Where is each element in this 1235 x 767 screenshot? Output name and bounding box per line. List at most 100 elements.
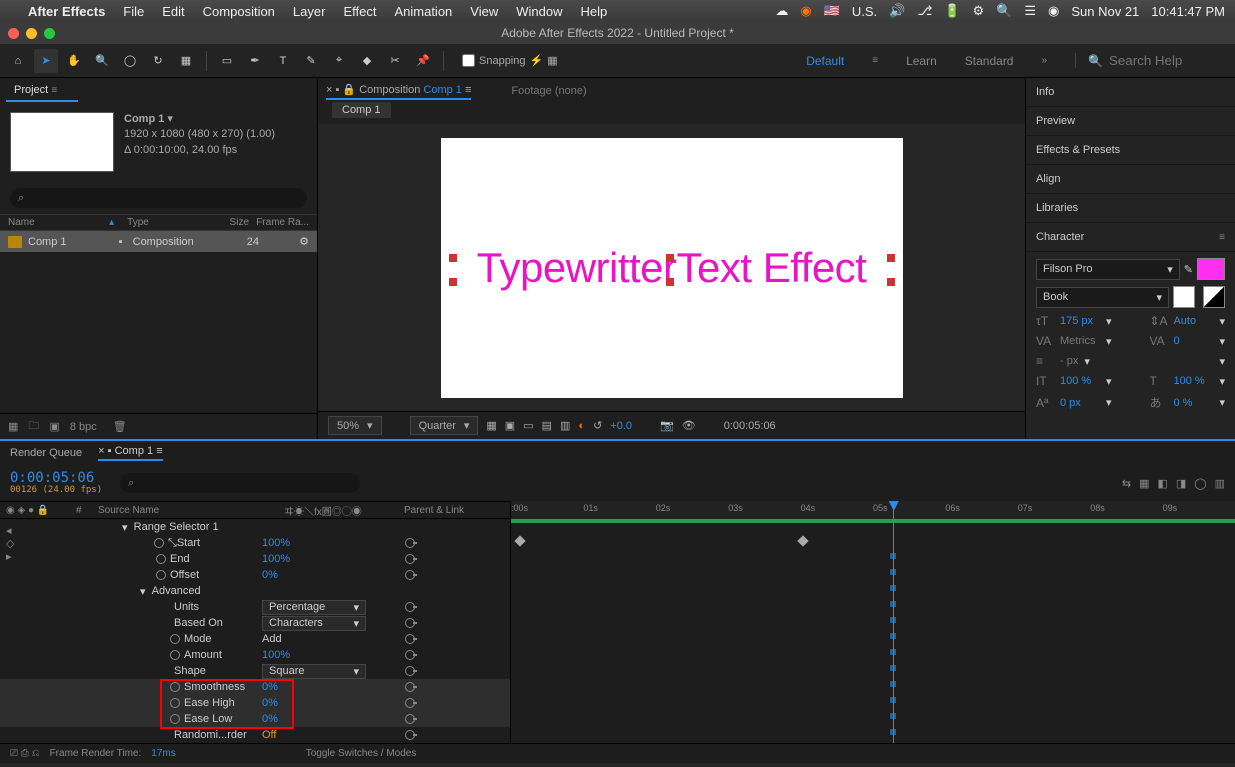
draft3d-icon[interactable]: ▦ xyxy=(1139,477,1149,490)
comp-mini-flowchart-icon[interactable]: ⇆ xyxy=(1122,477,1131,490)
stopwatch-icon[interactable] xyxy=(170,650,180,660)
stopwatch-icon[interactable] xyxy=(170,634,180,644)
pickwhip-icon[interactable] xyxy=(405,538,415,548)
swap-colors-icon[interactable] xyxy=(1203,286,1225,308)
workspace-standard[interactable]: Standard xyxy=(965,54,1014,68)
prop-range-selector[interactable]: ▾ Range Selector 1 xyxy=(0,519,510,535)
pickwhip-icon[interactable] xyxy=(405,682,415,692)
timeline-tracks[interactable]: :00s01s02s03s04s05s06s07s08s09s10s xyxy=(510,501,1235,743)
menu-file[interactable]: File xyxy=(123,4,144,19)
anchor-handle[interactable] xyxy=(449,254,457,262)
comp-subtab[interactable]: Comp 1 xyxy=(332,102,391,118)
comp-canvas[interactable]: TypewritterText Effect xyxy=(441,138,903,398)
show-snap-icon[interactable]: 👁 xyxy=(682,419,696,432)
stopwatch-icon[interactable] xyxy=(154,538,164,548)
zoom-dropdown[interactable]: 50% ▾ xyxy=(328,416,382,435)
pickwhip-icon[interactable] xyxy=(405,602,415,612)
keyframe-diamond[interactable] xyxy=(797,535,808,546)
control-center-icon[interactable]: ☰ xyxy=(1024,3,1036,19)
roto-tool-icon[interactable]: ✂ xyxy=(383,49,407,73)
pickwhip-icon[interactable] xyxy=(405,618,415,628)
ws-overflow-icon[interactable]: » xyxy=(1041,55,1047,66)
prop-end-value[interactable]: 100% xyxy=(262,553,290,565)
snapping-checkbox[interactable] xyxy=(462,54,475,67)
units-dropdown[interactable]: Percentage▾ xyxy=(262,600,366,615)
workspace-default[interactable]: Default xyxy=(806,54,844,68)
pickwhip-icon[interactable] xyxy=(405,634,415,644)
stopwatch-icon[interactable] xyxy=(156,570,166,580)
stopwatch-icon[interactable] xyxy=(170,682,180,692)
transp-grid-icon[interactable]: ▦ xyxy=(486,419,496,432)
stroke-swatch[interactable] xyxy=(1173,286,1195,308)
menu-animation[interactable]: Animation xyxy=(394,4,452,19)
anchor-handle[interactable] xyxy=(666,278,674,286)
composition-tab[interactable]: × ▪ 🔒 Composition Comp 1 ≡ xyxy=(326,83,471,100)
font-family-dropdown[interactable]: Filson Pro▾ xyxy=(1036,259,1180,280)
footage-tab[interactable]: Footage (none) xyxy=(511,85,586,97)
cloud-icon[interactable]: ☁︎ xyxy=(775,3,788,19)
channel-icon[interactable]: ◐ xyxy=(578,420,585,432)
baseline-value[interactable]: 0 px xyxy=(1060,397,1100,409)
leading-value[interactable]: Auto xyxy=(1173,315,1213,327)
bluetooth-icon[interactable]: ⎇ xyxy=(917,3,932,19)
mode-dropdown[interactable]: Add xyxy=(262,633,282,645)
siri-icon[interactable]: ◉ xyxy=(1048,3,1059,19)
panel-preview[interactable]: Preview xyxy=(1026,107,1235,136)
flag-icon[interactable]: 🇺🇸 xyxy=(824,3,840,19)
tsume-value[interactable]: 0 % xyxy=(1173,397,1213,409)
prop-easelow-value[interactable]: 0% xyxy=(262,713,278,725)
anchor-handle[interactable] xyxy=(887,254,895,262)
snap-opt2-icon[interactable]: ▦ xyxy=(547,54,557,67)
bpc-button[interactable]: 8 bpc xyxy=(70,421,97,433)
frame-blend-icon[interactable]: ◨ xyxy=(1176,477,1186,490)
motion-blur-icon[interactable]: ◯ xyxy=(1194,477,1206,490)
prop-random-value[interactable]: Off xyxy=(262,729,276,741)
menu-help[interactable]: Help xyxy=(580,4,607,19)
menu-layer[interactable]: Layer xyxy=(293,4,326,19)
panel-align[interactable]: Align xyxy=(1026,165,1235,194)
menu-edit[interactable]: Edit xyxy=(162,4,184,19)
tab-timeline-comp[interactable]: × ▪ Comp 1 ≡ xyxy=(98,445,162,461)
selection-tool-icon[interactable]: ➤ xyxy=(34,49,58,73)
exposure-value[interactable]: +0.0 xyxy=(610,420,632,432)
pickwhip-icon[interactable] xyxy=(405,730,415,740)
battery-icon[interactable]: 🔋 xyxy=(944,3,960,19)
current-time[interactable]: 0:00:05:06 xyxy=(724,420,776,432)
prop-easehigh-value[interactable]: 0% xyxy=(262,697,278,709)
orbit-tool-icon[interactable]: ◯ xyxy=(118,49,142,73)
app-name[interactable]: After Effects xyxy=(28,4,105,19)
menu-composition[interactable]: Composition xyxy=(203,4,275,19)
kerning-value[interactable]: Metrics xyxy=(1060,335,1100,347)
project-item-comp1[interactable]: Comp 1 ▪ Composition 24 ⚙ xyxy=(0,231,317,252)
anchor-handle[interactable] xyxy=(887,278,895,286)
composition-viewer[interactable]: TypewritterText Effect xyxy=(318,124,1025,411)
timeline-search[interactable]: ⌕ xyxy=(120,473,360,493)
project-search[interactable]: ⌕ xyxy=(10,188,307,208)
prop-smoothness-value[interactable]: 0% xyxy=(262,681,278,693)
panel-character-header[interactable]: Character≡ xyxy=(1026,223,1235,252)
fill-color-swatch[interactable] xyxy=(1197,258,1225,280)
input-lang[interactable]: U.S. xyxy=(852,4,877,19)
anchor-handle[interactable] xyxy=(666,254,674,262)
menubar-time[interactable]: 10:41:47 PM xyxy=(1151,4,1225,19)
interpret-icon[interactable]: ▦ xyxy=(8,420,18,433)
reset-exp-icon[interactable]: ↺ xyxy=(593,419,602,432)
new-comp-icon[interactable]: ▣ xyxy=(49,420,59,433)
tracking-value[interactable]: 0 xyxy=(1173,335,1213,347)
camera-tool-icon[interactable]: ▦ xyxy=(174,49,198,73)
zoom-icon[interactable] xyxy=(44,28,55,39)
new-folder-icon[interactable]: 🗀 xyxy=(28,417,39,436)
shape-dropdown[interactable]: Square▾ xyxy=(262,664,366,679)
project-tab[interactable]: Project ≡ xyxy=(6,80,78,102)
shy-icon[interactable]: ◧ xyxy=(1157,477,1167,490)
toggle-switches-button[interactable]: Toggle Switches / Modes xyxy=(306,748,417,759)
eyedropper-icon[interactable]: ✎ xyxy=(1184,263,1193,276)
time-ruler[interactable]: :00s01s02s03s04s05s06s07s08s09s10s xyxy=(511,501,1235,521)
tab-render-queue[interactable]: Render Queue xyxy=(10,447,82,459)
panel-libraries[interactable]: Libraries xyxy=(1026,194,1235,223)
zoom-tool-icon[interactable]: 🔍 xyxy=(90,49,114,73)
stopwatch-icon[interactable] xyxy=(170,714,180,724)
pickwhip-icon[interactable] xyxy=(405,570,415,580)
mask-icon[interactable]: ▣ xyxy=(505,419,515,432)
prop-start-value[interactable]: 100% xyxy=(262,537,290,549)
